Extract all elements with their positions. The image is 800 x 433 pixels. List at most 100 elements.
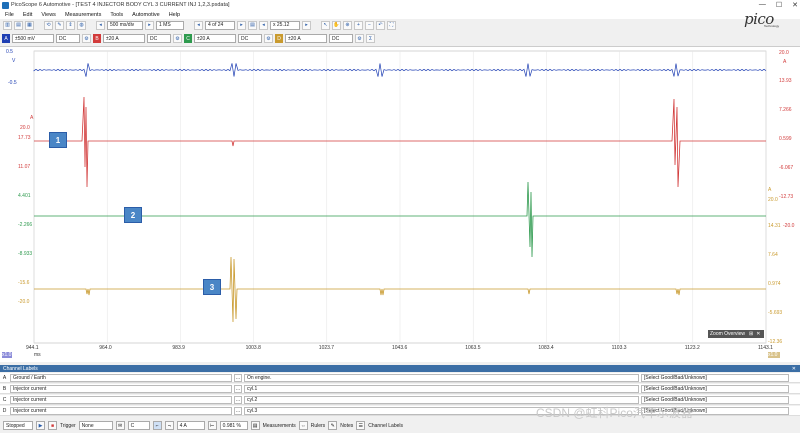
menu-views[interactable]: Views — [41, 12, 56, 18]
channel-c-range[interactable]: ±20 A — [194, 34, 236, 43]
rising-edge-icon[interactable]: ⌐ — [152, 421, 162, 430]
rating-select[interactable]: [Select Good/Bad/Unknown] — [641, 384, 789, 393]
axis-r-d20: 20.0 — [768, 197, 778, 203]
timebase-down-button[interactable]: ◂ — [96, 20, 105, 30]
collection-icon[interactable]: ◍ — [77, 20, 86, 30]
rulers-icon[interactable]: ⇔ — [298, 421, 308, 430]
math-channel-icon[interactable]: Ʃ — [366, 34, 375, 43]
channel-d-options-icon[interactable]: ⚙ — [355, 34, 364, 43]
channel-labels-label[interactable]: Channel Labels — [368, 423, 403, 429]
timebase-select[interactable]: 500 ms/div — [107, 20, 143, 30]
channel-type-select[interactable]: Injector current — [10, 384, 232, 393]
edit-label-button[interactable]: … — [234, 406, 242, 415]
ruler-icon[interactable]: ⇕ — [66, 20, 75, 30]
close-icon[interactable]: ✕ — [792, 366, 796, 372]
zoom-prev-button[interactable]: ◂ — [259, 20, 268, 30]
falling-edge-icon[interactable]: ¬ — [164, 421, 174, 430]
channel-labels-icon[interactable]: ☰ — [356, 421, 366, 430]
close-button[interactable]: ✕ — [792, 1, 798, 9]
channel-c-badge[interactable]: C — [184, 34, 192, 43]
zoom-out-icon[interactable]: − — [365, 20, 374, 30]
undo-zoom-icon[interactable]: ↶ — [376, 20, 385, 30]
axis-b-17: 17.73 — [18, 135, 31, 141]
channel-note-field[interactable]: cyl.1 — [244, 384, 639, 393]
edit-label-button[interactable]: … — [234, 384, 242, 393]
channel-c-coupling[interactable]: DC — [238, 34, 262, 43]
trigger-channel-select[interactable]: C — [127, 421, 150, 430]
trigger-threshold[interactable]: 4 A — [176, 421, 205, 430]
channel-type-select[interactable]: Ground / Earth — [10, 373, 232, 382]
channel-type-select[interactable]: Injector current — [10, 395, 232, 404]
buffer-prev-button[interactable]: ◂ — [194, 20, 203, 30]
axis-r-neg6: -6.067 — [779, 165, 794, 171]
channel-b-range[interactable]: ±20 A — [103, 34, 145, 43]
minimize-button[interactable]: — — [759, 1, 766, 9]
menu-file[interactable]: File — [5, 12, 14, 18]
channel-a-coupling[interactable]: DC — [56, 34, 80, 43]
notes-icon[interactable]: ✎ — [328, 421, 338, 430]
zoom-area-icon[interactable]: ⊕ — [343, 20, 352, 30]
close-icon[interactable]: ✕ — [756, 331, 760, 337]
channel-b-coupling[interactable]: DC — [147, 34, 171, 43]
measurements-label[interactable]: Measurements — [263, 423, 296, 429]
marker-3[interactable]: 3 — [203, 279, 221, 295]
channel-type-select[interactable]: Injector current — [10, 406, 232, 415]
menu-edit[interactable]: Edit — [23, 12, 32, 18]
rating-select[interactable]: [Select Good/Bad/Unknown] — [641, 395, 789, 404]
scope-mode-icon[interactable]: ▥ — [3, 20, 12, 30]
menu-measurements[interactable]: Measurements — [65, 12, 101, 18]
menu-help[interactable]: Help — [169, 12, 180, 18]
waveform-plot[interactable] — [0, 47, 800, 363]
start-icon[interactable]: ▶ — [36, 421, 45, 430]
buffer-overview-button[interactable]: ▤ — [248, 20, 257, 30]
measurements-icon[interactable]: ▤ — [250, 421, 260, 430]
spectrum-mode-icon[interactable]: ▦ — [25, 20, 34, 30]
zoom-fit-icon[interactable]: ⛶ — [387, 20, 396, 30]
channel-a-options-icon[interactable]: ⚙ — [82, 34, 91, 43]
channel-note-field[interactable]: On engine. — [244, 373, 639, 382]
marker-2[interactable]: 2 — [124, 207, 142, 223]
edit-label-button[interactable]: … — [234, 395, 242, 404]
zoom-next-button[interactable]: ▸ — [302, 20, 311, 30]
trigger-mode-select[interactable]: None — [78, 421, 113, 430]
zoom-overview-tab[interactable]: Zoom Overview ⊞ ✕ — [708, 330, 764, 338]
pretrigger-icon[interactable]: ⊢ — [207, 421, 217, 430]
maximize-button[interactable]: ☐ — [776, 1, 782, 9]
run-state: Stopped — [3, 421, 33, 430]
samples-select[interactable]: 1 MS — [156, 20, 184, 30]
stop-icon[interactable]: ■ — [48, 421, 57, 430]
open-icon[interactable]: ⟲ — [44, 20, 53, 30]
zoom-readout[interactable]: x 25.12 — [270, 20, 300, 30]
buffer-next-button[interactable]: ▸ — [237, 20, 246, 30]
menu-tools[interactable]: Tools — [110, 12, 123, 18]
notes-label[interactable]: Notes — [340, 423, 353, 429]
pin-icon[interactable]: ⊞ — [749, 331, 753, 337]
axis-c-neg2: -2.266 — [18, 222, 33, 228]
pointer-icon[interactable]: ↖ — [321, 20, 330, 30]
channel-b-badge[interactable]: B — [93, 34, 101, 43]
persistence-mode-icon[interactable]: ▤ — [14, 20, 23, 30]
pen-icon[interactable]: ✎ — [55, 20, 64, 30]
trigger-setup-icon[interactable]: ✉ — [115, 421, 125, 430]
channel-a-range[interactable]: ±500 mV — [12, 34, 54, 43]
channel-d-coupling[interactable]: DC — [329, 34, 353, 43]
pretrigger-field[interactable]: 0.981 % — [219, 421, 248, 430]
channel-b-options-icon[interactable]: ⚙ — [173, 34, 182, 43]
hand-icon[interactable]: ✋ — [332, 20, 341, 30]
channel-c-options-icon[interactable]: ⚙ — [264, 34, 273, 43]
buffer-navigator[interactable]: 4 of 24 — [205, 20, 235, 30]
rating-select[interactable]: [Select Good/Bad/Unknown] — [641, 373, 789, 382]
marker-1[interactable]: 1 — [49, 132, 67, 148]
zoom-in-icon[interactable]: + — [354, 20, 363, 30]
timebase-up-button[interactable]: ▸ — [145, 20, 154, 30]
channel-a-badge[interactable]: A — [2, 34, 10, 43]
x-tick-label: 944.1 — [26, 345, 39, 351]
channel-d-range[interactable]: ±20 A — [285, 34, 327, 43]
menu-automotive[interactable]: Automotive — [132, 12, 160, 18]
scope-view[interactable]: 0.5 V -0.5 A 20.0 17.73 11.07 4.401 -2.2… — [0, 46, 800, 362]
rulers-label[interactable]: Rulers — [311, 423, 325, 429]
channel-note-field[interactable]: cyl.2 — [244, 395, 639, 404]
channel-d-badge[interactable]: D — [275, 34, 283, 43]
channel-letter: B — [2, 385, 7, 392]
edit-label-button[interactable]: … — [234, 373, 242, 382]
